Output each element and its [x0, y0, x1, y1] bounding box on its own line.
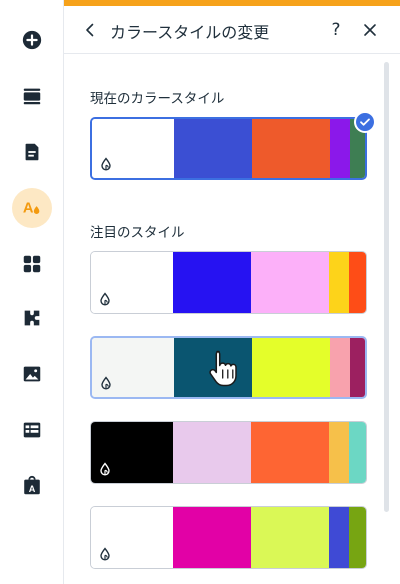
color-swatch — [329, 252, 349, 313]
color-swatch — [329, 507, 349, 568]
color-swatch — [349, 252, 366, 313]
droplet-icon — [100, 462, 110, 476]
color-swatch — [252, 338, 330, 397]
color-swatch — [330, 119, 350, 178]
plugins-icon[interactable] — [12, 298, 52, 338]
sections-icon[interactable] — [12, 76, 52, 116]
svg-text:A: A — [29, 484, 36, 494]
app-window: A A カラースタイルの変更 ? 現在のカラースタイル 注目のスタイル — [0, 0, 400, 584]
color-swatch — [329, 422, 349, 483]
color-swatch — [173, 422, 251, 483]
add-icon[interactable] — [12, 20, 52, 60]
table-icon[interactable] — [12, 410, 52, 450]
featured-palette[interactable] — [90, 506, 367, 569]
color-swatch — [349, 422, 366, 483]
scrollbar[interactable] — [384, 62, 389, 512]
color-swatch — [350, 338, 365, 397]
close-icon — [364, 24, 376, 36]
color-swatch — [252, 119, 330, 178]
color-swatch — [251, 507, 329, 568]
chevron-left-icon — [86, 23, 94, 37]
theme-icon[interactable]: A — [12, 188, 52, 228]
droplet-icon — [100, 547, 110, 561]
color-swatch — [349, 507, 366, 568]
featured-style-heading: 注目のスタイル — [90, 225, 185, 241]
color-style-panel: カラースタイルの変更 ? 現在のカラースタイル 注目のスタイル — [64, 0, 400, 584]
panel-title: カラースタイルの変更 — [110, 23, 270, 42]
business-icon[interactable]: A — [12, 466, 52, 506]
color-swatch — [251, 422, 329, 483]
hand-cursor-icon — [209, 350, 237, 387]
droplet-icon — [101, 376, 111, 390]
color-swatch — [251, 252, 329, 313]
current-style-heading: 現在のカラースタイル — [90, 91, 225, 107]
current-palette[interactable] — [90, 117, 367, 180]
color-swatch — [174, 119, 252, 178]
featured-palette[interactable] — [90, 251, 367, 314]
left-rail: A A — [0, 0, 64, 584]
media-icon[interactable] — [12, 354, 52, 394]
panel-header: カラースタイルの変更 ? — [64, 6, 400, 54]
close-button[interactable] — [358, 18, 382, 42]
color-swatch — [173, 507, 251, 568]
back-button[interactable] — [78, 18, 102, 42]
help-button[interactable]: ? — [326, 18, 346, 42]
svg-text:A: A — [23, 201, 34, 217]
droplet-icon — [101, 157, 111, 171]
droplet-icon — [100, 292, 110, 306]
pages-icon[interactable] — [12, 132, 52, 172]
apps-icon[interactable] — [12, 244, 52, 284]
featured-palette[interactable] — [90, 421, 367, 484]
selected-check-icon — [354, 111, 376, 133]
color-swatch — [330, 338, 350, 397]
color-swatch — [173, 252, 251, 313]
